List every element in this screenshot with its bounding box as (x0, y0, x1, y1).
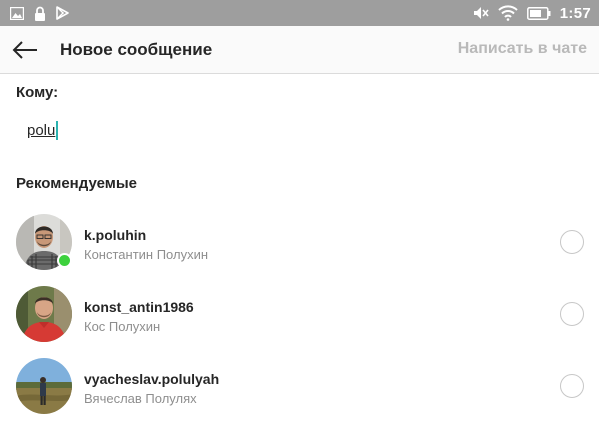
select-radio[interactable] (560, 302, 584, 326)
app-bar: Новое сообщение Написать в чате (0, 26, 599, 74)
avatar (16, 286, 72, 342)
mute-icon (473, 7, 489, 19)
avatar (16, 358, 72, 414)
recipient-label: Кому: (16, 84, 59, 101)
contact-username: konst_antin1986 (84, 299, 194, 315)
contact-row[interactable]: k.poluhin Константин Полухин (0, 208, 599, 276)
contact-full-name: Вячеслав Полулях (84, 391, 197, 406)
contact-username: k.poluhin (84, 227, 147, 243)
avatar-photo (16, 286, 72, 342)
suggested-section-title: Рекомендуемые (16, 175, 137, 192)
image-icon (10, 6, 24, 20)
contact-full-name: Константин Полухин (84, 247, 209, 262)
wifi-icon (498, 5, 518, 21)
lock-icon (35, 6, 45, 21)
back-button[interactable] (8, 34, 42, 66)
recipient-search-input[interactable]: polu (27, 118, 227, 142)
avatar (16, 214, 72, 270)
text-caret (56, 120, 59, 140)
arrow-left-icon (12, 41, 37, 59)
status-bar: 1:57 (0, 0, 599, 26)
page-title: Новое сообщение (60, 40, 213, 59)
status-bar-left-icons (10, 5, 69, 21)
contact-row[interactable]: vyacheslav.polulyah Вячеслав Полулях (0, 352, 599, 420)
contact-full-name: Кос Полухин (84, 319, 161, 334)
write-in-chat-button[interactable]: Написать в чате (458, 40, 587, 58)
online-status-dot (57, 253, 72, 268)
battery-icon (526, 6, 551, 20)
recipient-input-text: polu (27, 121, 56, 139)
contact-username: vyacheslav.polulyah (84, 371, 220, 387)
status-bar-right-icons: 1:57 (473, 3, 591, 23)
contact-row[interactable]: konst_antin1986 Кос Полухин (0, 280, 599, 348)
select-radio[interactable] (560, 374, 584, 398)
play-store-icon (56, 6, 69, 20)
select-radio[interactable] (560, 230, 584, 254)
avatar-photo (16, 358, 72, 414)
status-time: 1:57 (559, 4, 591, 22)
